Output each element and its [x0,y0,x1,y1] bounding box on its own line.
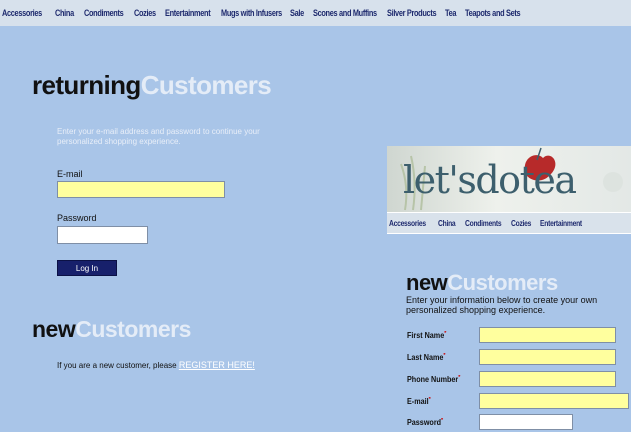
logo-text: let'sdotea [403,158,577,202]
registration-form: newCustomers Enter your information belo… [387,234,631,432]
registration-password-field[interactable] [479,414,573,430]
nav-cozies[interactable]: Cozies [134,8,156,18]
returning-customers-title: returningCustomers [32,70,272,100]
nav-accessories[interactable]: Accessories [2,8,42,18]
new-customer-prompt: If you are a new customer, please REGIST… [57,360,255,370]
overlay-nav-cozies[interactable]: Cozies [511,219,531,228]
password-label: Password [57,213,97,223]
phone-number-label: Phone Number* [407,375,461,384]
new-customers-title: newCustomers [32,316,191,342]
overlay-nav-entertainment[interactable]: Entertainment [540,219,582,228]
password-field[interactable] [57,226,148,244]
overlay-nav-condiments[interactable]: Condiments [465,219,502,228]
overlay-nav: Accessories China Condiments Cozies Ente… [387,213,631,233]
email-field[interactable] [57,181,225,198]
email-label: E-mail [57,169,83,179]
top-nav: Accessories China Condiments Cozies Ente… [0,0,631,26]
returning-description: Enter your e-mail address and password t… [57,127,260,146]
login-button[interactable]: Log In [57,260,117,276]
registration-title: newCustomers [406,270,558,295]
nav-entertainment[interactable]: Entertainment [165,8,211,18]
nav-tea[interactable]: Tea [445,8,457,18]
nav-silver-products[interactable]: Silver Products [387,8,437,18]
registration-email-field[interactable] [479,393,629,409]
registration-description: Enter your information below to create y… [406,295,598,315]
last-name-field[interactable] [479,349,616,365]
nav-mugs-with-infusers[interactable]: Mugs with Infusers [221,8,282,18]
overlay-nav-accessories[interactable]: Accessories [389,219,426,228]
last-name-label: Last Name* [407,353,446,362]
nav-sale[interactable]: Sale [290,8,304,18]
nav-condiments[interactable]: Condiments [84,8,124,18]
lets-do-tea-logo: let'sdotea [387,146,631,212]
nav-scones-and-muffins[interactable]: Scones and Muffins [313,8,377,18]
nav-china[interactable]: China [55,8,74,18]
password-label-registration: Password* [407,418,444,427]
first-name-label: First Name* [407,331,447,340]
email-label-registration: E-mail* [407,397,431,406]
nav-teapots-and-sets[interactable]: Teapots and Sets [465,8,521,18]
register-link[interactable]: REGISTER HERE! [179,360,255,370]
phone-number-field[interactable] [479,371,616,387]
registration-overlay: let'sdotea Accessories China Condiments … [387,146,631,432]
overlay-nav-china[interactable]: China [438,219,456,228]
first-name-field[interactable] [479,327,616,343]
